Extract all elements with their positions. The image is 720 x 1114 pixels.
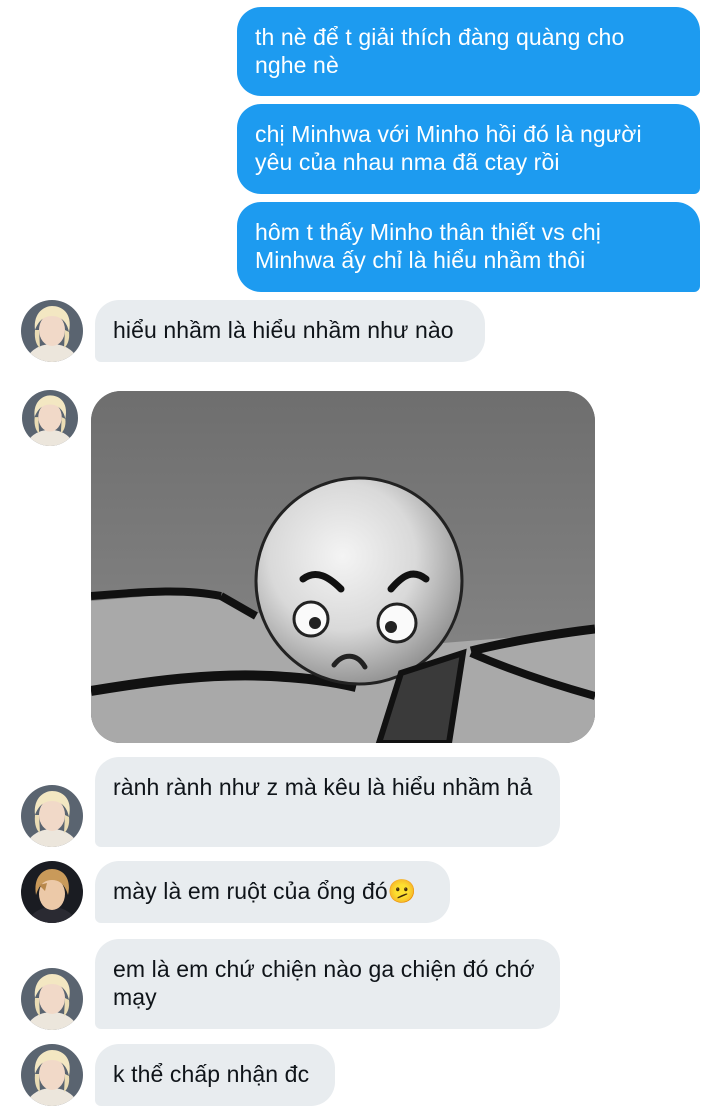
avatar-blonde-icon [21,300,83,362]
sent-message-1-text: th nè để t giải thích đàng quàng cho ngh… [255,24,625,78]
avatar-blonde[interactable] [21,300,83,362]
received-message-5-text: k thể chấp nhận đc [113,1061,310,1087]
avatar-blonde-icon [21,785,83,847]
received-message-1[interactable]: hiểu nhầm là hiểu nhầm như nào [95,300,485,362]
avatar-blonde-icon [22,390,78,446]
received-message-3-text: mày là em ruột của ổng đó🫤 [113,878,417,904]
avatar-blonde-icon [21,968,83,1030]
avatar-blonde[interactable] [21,785,83,847]
avatar-dark[interactable] [21,861,83,923]
received-message-3[interactable]: mày là em ruột của ổng đó🫤 [95,861,450,923]
received-message-2-text: rành rành như z mà kêu là hiểu nhầm hả [113,774,533,800]
avatar-blonde[interactable] [21,1044,83,1106]
sent-message-1[interactable]: th nè để t giải thích đàng quàng cho ngh… [237,7,700,96]
media-image[interactable] [91,391,595,743]
avatar-dark-icon [21,861,83,923]
sent-message-3-text: hôm t thấy Minho thân thiết vs chị Minhw… [255,219,602,273]
avatar-blonde-icon [21,1044,83,1106]
received-message-4-text: em là em chứ chiện nào ga chiện đó chớ m… [113,956,535,1010]
received-message-5[interactable]: k thể chấp nhận đc [95,1044,335,1106]
received-message-4[interactable]: em là em chứ chiện nào ga chiện đó chớ m… [95,939,560,1029]
sent-message-3[interactable]: hôm t thấy Minho thân thiết vs chị Minhw… [237,202,700,292]
sent-message-2-text: chị Minhwa với Minho hồi đó là người yêu… [255,121,642,175]
received-message-1-text: hiểu nhầm là hiểu nhầm như nào [113,317,454,343]
avatar-blonde[interactable] [21,968,83,1030]
sent-message-2[interactable]: chị Minhwa với Minho hồi đó là người yêu… [237,104,700,194]
received-message-2[interactable]: rành rành như z mà kêu là hiểu nhầm hả [95,757,560,847]
avatar-blonde[interactable] [22,390,78,446]
angry-ball-meme-icon [91,391,595,743]
